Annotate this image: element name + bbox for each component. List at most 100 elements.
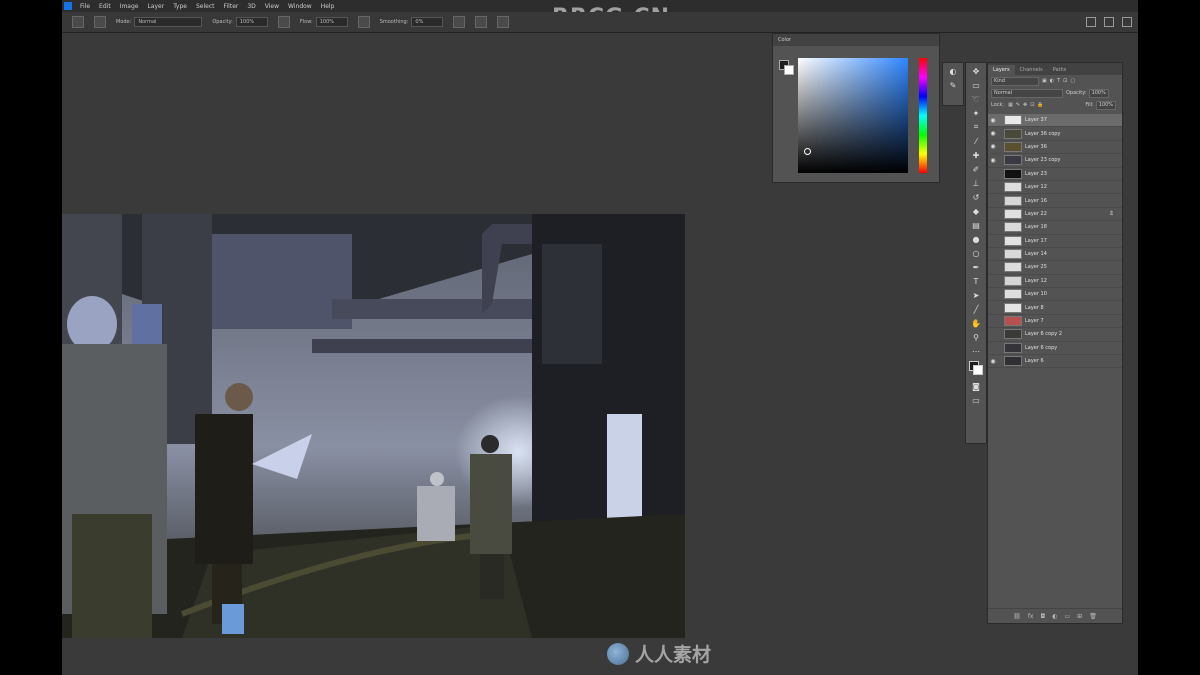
brush-panel-icon[interactable]: ✎: [947, 79, 959, 91]
new-group-icon[interactable]: ▭: [1064, 613, 1070, 620]
brush-preset-icon[interactable]: [72, 16, 84, 28]
pen-tool-icon[interactable]: ✒: [970, 261, 982, 273]
menu-view[interactable]: View: [265, 3, 279, 10]
layer-row[interactable]: Layer 8: [988, 301, 1122, 315]
more-tools-icon[interactable]: ⋯: [970, 345, 982, 357]
menu-filter[interactable]: Filter: [224, 3, 239, 10]
background-swatch[interactable]: [784, 65, 794, 75]
link-layers-icon[interactable]: ⛓: [1013, 613, 1021, 620]
gear-icon[interactable]: [453, 16, 466, 28]
menu-layer[interactable]: Layer: [147, 3, 164, 10]
tab-channels[interactable]: Channels: [1015, 65, 1048, 75]
blend-mode-dropdown[interactable]: Normal: [991, 88, 1063, 98]
menu-help[interactable]: Help: [321, 3, 335, 10]
quick-mask-icon[interactable]: ◙: [970, 380, 982, 392]
painting-canvas[interactable]: [62, 214, 685, 638]
stamp-tool-icon[interactable]: ⊥: [970, 177, 982, 189]
layer-row[interactable]: ◉ Layer 36 copy: [988, 127, 1122, 141]
menu-select[interactable]: Select: [196, 3, 215, 10]
background-color-swatch[interactable]: [973, 365, 983, 375]
layer-row[interactable]: Layer 22 ⇭: [988, 208, 1122, 222]
visibility-eye-icon[interactable]: ◉: [988, 117, 998, 124]
history-brush-tool-icon[interactable]: ↺: [970, 191, 982, 203]
marquee-tool-icon[interactable]: ▭: [970, 79, 982, 91]
layer-row[interactable]: ◉ Layer 23 copy: [988, 154, 1122, 168]
layer-filter-dropdown[interactable]: Kind: [991, 76, 1039, 86]
blur-tool-icon[interactable]: ●: [970, 233, 982, 245]
layer-row[interactable]: Layer 10: [988, 288, 1122, 302]
screen-mode-icon[interactable]: ▭: [970, 394, 982, 406]
smoothing-field[interactable]: 0%: [411, 17, 444, 27]
crop-tool-icon[interactable]: ⌗: [970, 121, 982, 133]
opacity-field[interactable]: 100%: [235, 17, 268, 27]
eyedropper-tool-icon[interactable]: ⁄: [970, 135, 982, 147]
move-tool-icon[interactable]: ✥: [970, 65, 982, 77]
airbrush-icon[interactable]: [357, 16, 370, 28]
layer-row[interactable]: Layer 25: [988, 261, 1122, 275]
visibility-eye-icon[interactable]: ◉: [988, 130, 998, 137]
search-icon[interactable]: [1086, 17, 1096, 27]
fill-label: Fill:: [1085, 102, 1094, 108]
tab-layers[interactable]: Layers: [988, 65, 1015, 75]
zoom-tool-icon[interactable]: ⚲: [970, 331, 982, 343]
mode-dropdown[interactable]: Normal: [134, 17, 203, 27]
brush-tool-icon[interactable]: ✐: [970, 163, 982, 175]
fg-bg-swatches[interactable]: [966, 358, 986, 378]
share-icon[interactable]: [1122, 17, 1132, 27]
menu-3d[interactable]: 3D: [247, 3, 255, 10]
pressure-size-icon[interactable]: [475, 16, 488, 28]
layer-opacity-field[interactable]: 100%: [1088, 88, 1109, 98]
menu-window[interactable]: Window: [288, 3, 312, 10]
layer-row[interactable]: Layer 12: [988, 181, 1122, 195]
visibility-eye-icon[interactable]: ◉: [988, 358, 998, 365]
workspace-icon[interactable]: [1104, 17, 1114, 27]
visibility-eye-icon[interactable]: ◉: [988, 143, 998, 150]
symmetry-icon[interactable]: [497, 16, 510, 28]
healing-tool-icon[interactable]: ✚: [970, 149, 982, 161]
layer-row[interactable]: ◉ Layer 37: [988, 114, 1122, 128]
tab-paths[interactable]: Paths: [1048, 65, 1072, 75]
layer-row[interactable]: Layer 7: [988, 315, 1122, 329]
eraser-tool-icon[interactable]: ◆: [970, 205, 982, 217]
new-layer-icon[interactable]: ⊞: [1077, 613, 1082, 620]
gradient-tool-icon[interactable]: ▤: [970, 219, 982, 231]
layer-row[interactable]: Layer 12: [988, 275, 1122, 289]
layer-row[interactable]: ◉ Layer 36: [988, 141, 1122, 155]
layer-row[interactable]: Layer 14: [988, 248, 1122, 262]
dodge-tool-icon[interactable]: ○: [970, 247, 982, 259]
layer-row[interactable]: Layer 6 copy 2: [988, 328, 1122, 342]
hand-tool-icon[interactable]: ✋: [970, 317, 982, 329]
menu-type[interactable]: Type: [173, 3, 187, 10]
layer-row[interactable]: ◉ Layer 6: [988, 355, 1122, 369]
color-panel-icon[interactable]: ◐: [947, 65, 959, 77]
layer-row[interactable]: Layer 18: [988, 221, 1122, 235]
layer-row[interactable]: Layer 16: [988, 194, 1122, 208]
path-select-tool-icon[interactable]: ➤: [970, 289, 982, 301]
trash-icon[interactable]: 🗑: [1089, 613, 1097, 620]
filter-icons[interactable]: ▣◐T⊡▢: [1042, 78, 1078, 84]
hue-slider[interactable]: [919, 58, 927, 173]
brush-settings-icon[interactable]: [94, 16, 106, 28]
fx-icon[interactable]: fx: [1028, 613, 1034, 620]
fill-field[interactable]: 100%: [1095, 100, 1116, 110]
color-picker-marker-icon[interactable]: [804, 148, 811, 155]
line-tool-icon[interactable]: ╱: [970, 303, 982, 315]
layer-thumbnail: [1004, 356, 1022, 367]
layer-row[interactable]: Layer 6 copy: [988, 342, 1122, 356]
pressure-opacity-icon[interactable]: [277, 16, 290, 28]
layer-row[interactable]: Layer 23: [988, 168, 1122, 181]
color-field[interactable]: [798, 58, 908, 173]
menu-image[interactable]: Image: [120, 3, 139, 10]
layer-row[interactable]: Layer 17: [988, 235, 1122, 248]
lasso-tool-icon[interactable]: ➰: [970, 93, 982, 105]
flow-field[interactable]: 100%: [315, 17, 348, 27]
menu-edit[interactable]: Edit: [99, 3, 111, 10]
adjustment-layer-icon[interactable]: ◐: [1052, 613, 1057, 620]
layer-opacity-label: Opacity:: [1066, 90, 1087, 96]
visibility-eye-icon[interactable]: ◉: [988, 157, 998, 164]
quick-select-tool-icon[interactable]: ✦: [970, 107, 982, 119]
lock-icons[interactable]: ▦✎✥⊡🔒: [1008, 102, 1047, 108]
add-mask-icon[interactable]: ◘: [1040, 613, 1045, 620]
menu-file[interactable]: File: [80, 3, 90, 10]
type-tool-icon[interactable]: T: [970, 275, 982, 287]
